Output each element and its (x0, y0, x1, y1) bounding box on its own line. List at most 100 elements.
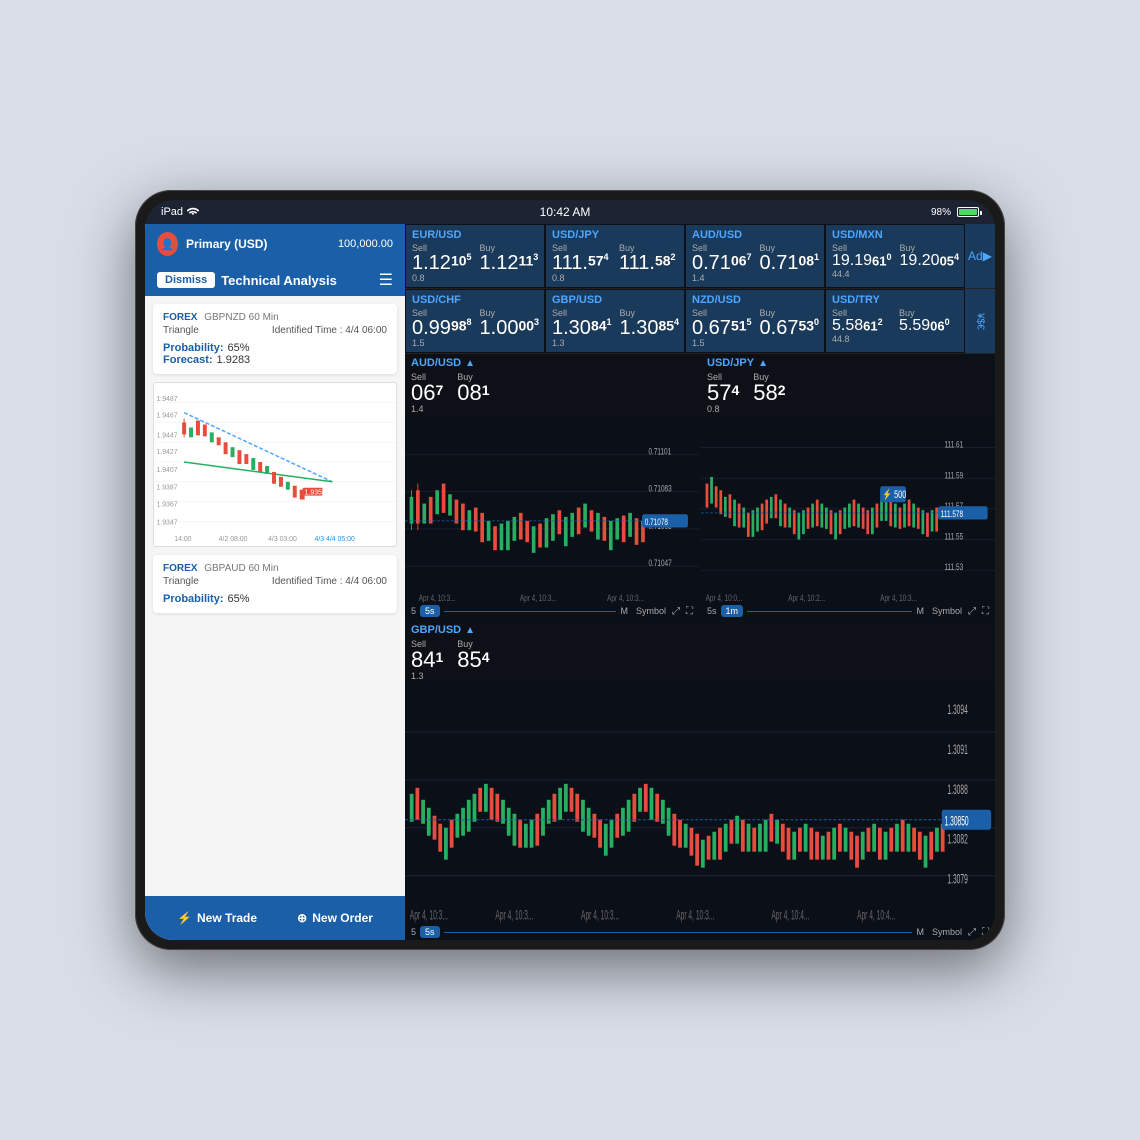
status-right: 98% (931, 207, 979, 218)
wifi-icon (187, 207, 199, 217)
new-order-button[interactable]: ⊕ New Order (297, 911, 373, 925)
ticker-gbpusd[interactable]: GBP/USD Sell 1.30841 1.3 Buy (546, 290, 684, 352)
up-arrow-icon-usdjpy: ▲ (758, 358, 768, 369)
symbol-label-usdjpy[interactable]: Symbol (932, 606, 962, 616)
sidebar-header-row: Primary (USD) 100,000.00 (186, 237, 393, 251)
symbol-label-gbpusd[interactable]: Symbol (932, 927, 962, 937)
chart-header-usdjpy: USD/JPY ▲ (701, 354, 995, 372)
status-time: 10:42 AM (540, 205, 591, 219)
svg-text:111.53: 111.53 (944, 562, 963, 572)
chart-mini-ticker-audusd: Sell 067 1.4 Buy 081 (405, 372, 699, 417)
battery-percent: 98% (931, 207, 951, 218)
svg-text:1.3082: 1.3082 (947, 833, 967, 848)
svg-text:4/3 03:00: 4/3 03:00 (268, 536, 297, 543)
ticker-usdjpy[interactable]: USD/JPY Sell 111.574 0.8 Buy (546, 225, 684, 287)
account-name: Primary (USD) (186, 237, 338, 251)
chart-panel-audusd: AUD/USD ▲ Sell 067 1.4 (405, 354, 699, 619)
candle-svg-audusd: 0.71101 0.71083 0.71065 0.71047 0.71078 (405, 417, 699, 603)
pair-name-nzdusd: NZD/USD (692, 294, 818, 306)
tf-m-label-gbp: M (916, 927, 924, 937)
tablet-screen: iPad 10:42 AM 98% 👤 (145, 200, 995, 940)
chart-canvas-usdjpy: ⚡ 500 111.61 111.59 111.57 111.55 111.53 (701, 417, 995, 603)
ticker-row-2: USD/CHF Sell 0.99988 1.5 Buy (405, 289, 995, 354)
symbol-label-audusd[interactable]: Symbol (636, 606, 666, 616)
signal-card-2: FOREX GBPAUD 60 Min Triangle Identified … (153, 555, 397, 613)
currency-icon: ¥$€ (975, 313, 986, 330)
pair-name-usdtry: USD/TRY (832, 294, 958, 306)
add-ticker-button[interactable]: Ad▶ (965, 224, 995, 288)
tf-5s-button[interactable]: 5s (420, 605, 440, 617)
battery-icon (957, 207, 979, 217)
up-arrow-icon-gbpusd: ▲ (465, 625, 475, 636)
ticker-row-1: EUR/USD Sell 1.12105 0.8 Buy (405, 224, 995, 289)
expand-icon-gbpusd[interactable]: ⤢ (968, 927, 976, 938)
chart-line-jpy (747, 611, 912, 612)
svg-text:1.9358: 1.9358 (305, 490, 326, 497)
price-row-usdchf: Sell 0.99988 1.5 Buy 1.00003 (412, 308, 538, 348)
svg-text:1.30850: 1.30850 (945, 815, 969, 830)
svg-text:Apr 4, 10:3...: Apr 4, 10:3... (880, 593, 917, 603)
svg-text:Apr 4, 10:3...: Apr 4, 10:3... (419, 593, 456, 603)
tf-1m-button[interactable]: 1m (721, 605, 744, 617)
chart-pair-gbpusd: GBP/USD (411, 624, 461, 636)
main-content: 👤 Primary (USD) 100,000.00 Dismiss Techn… (145, 224, 995, 940)
svg-text:1.9407: 1.9407 (156, 467, 177, 474)
dismiss-button[interactable]: Dismiss (157, 272, 215, 288)
analysis-title: Technical Analysis (221, 273, 337, 288)
chart-pair-audusd: AUD/USD (411, 357, 461, 369)
chart-mini-ticker-usdjpy: Sell 574 0.8 Buy 582 (701, 372, 995, 417)
ticker-nzdusd[interactable]: NZD/USD Sell 0.67515 1.5 Buy (686, 290, 824, 352)
svg-text:⚡ 500: ⚡ 500 (883, 488, 906, 502)
fullscreen-icon-gbpusd[interactable]: ⛶ (982, 927, 989, 938)
svg-text:Apr 4, 10:4...: Apr 4, 10:4... (771, 909, 809, 924)
hamburger-button[interactable]: ☰ (379, 270, 393, 290)
new-order-icon: ⊕ (297, 911, 307, 925)
svg-text:Apr 4, 10:3...: Apr 4, 10:3... (410, 909, 448, 924)
ticker-usdchf[interactable]: USD/CHF Sell 0.99988 1.5 Buy (406, 290, 544, 352)
chart-mini-ticker-gbpusd: Sell 841 1.3 Buy 854 (405, 639, 995, 684)
tf-5s-button-gbp[interactable]: 5s (420, 926, 440, 938)
device-label: iPad (161, 206, 183, 218)
fullscreen-icon-audusd[interactable]: ⛶ (686, 606, 693, 617)
svg-text:1.9387: 1.9387 (156, 485, 177, 492)
ticker-eurusd[interactable]: EUR/USD Sell 1.12105 0.8 Buy (406, 225, 544, 287)
tf-m-label: M (620, 606, 628, 616)
chart-footer-usdjpy: 5s 1m M Symbol ⤢ ⛶ (701, 603, 995, 619)
svg-text:1.3091: 1.3091 (947, 743, 967, 758)
svg-text:0.71083: 0.71083 (648, 483, 672, 493)
candle-svg-gbpusd: 1.3094 1.3091 1.3088 1.3082 1.3079 1.308… (405, 684, 995, 924)
ticker-usdtry[interactable]: USD/TRY Sell 5.58612 44.8 Buy (826, 290, 964, 352)
sidebar-body[interactable]: FOREX GBPNZD 60 Min Triangle Identified … (145, 296, 405, 896)
fullscreen-icon-usdjpy[interactable]: ⛶ (982, 606, 989, 617)
ticker-audusd[interactable]: AUD/USD Sell 0.71067 1.4 Buy (686, 225, 824, 287)
sidebar: 👤 Primary (USD) 100,000.00 Dismiss Techn… (145, 224, 405, 940)
add-ticker-button-2[interactable]: ¥$€ (965, 289, 995, 353)
chart-panel-usdjpy: USD/JPY ▲ Sell 574 0.8 (701, 354, 995, 619)
signal-meta-1: Triangle Identified Time : 4/4 06:00 (163, 325, 387, 336)
signal-stats-1: Probability: 65% Forecast: 1.9283 (163, 342, 387, 366)
price-row-eurusd: Sell 1.12105 0.8 Buy 1.12113 (412, 243, 538, 283)
svg-text:111.578: 111.578 (941, 509, 964, 519)
svg-text:1.9487: 1.9487 (156, 396, 177, 403)
new-trade-label: New Trade (197, 911, 257, 925)
new-trade-button[interactable]: ⚡ New Trade (177, 911, 257, 925)
svg-text:0.71078: 0.71078 (645, 517, 669, 527)
tf-5-label-gbp: 5 (411, 927, 416, 937)
tf-5-label: 5 (411, 606, 416, 616)
ticker-usdmxn[interactable]: USD/MXN Sell 19.19610 44.4 Buy (826, 225, 964, 287)
svg-text:Apr 4, 10:0...: Apr 4, 10:0... (706, 593, 743, 603)
new-trade-icon: ⚡ (177, 911, 192, 925)
price-row-audusd: Sell 0.71067 1.4 Buy 0.71081 (692, 243, 818, 283)
expand-icon-usdjpy[interactable]: ⤢ (968, 606, 976, 617)
sidebar-header-text: Primary (USD) (186, 237, 338, 251)
chart-canvas-audusd: 0.71101 0.71083 0.71065 0.71047 0.71078 (405, 417, 699, 603)
account-balance: 100,000.00 (338, 238, 393, 250)
svg-text:4/2 08:00: 4/2 08:00 (219, 536, 248, 543)
chart-line-gbp (444, 932, 913, 933)
up-arrow-icon-audusd: ▲ (465, 358, 475, 369)
svg-text:1.9427: 1.9427 (156, 449, 177, 456)
chart-panel-gbpusd: GBP/USD ▲ Sell 841 1.3 (405, 621, 995, 940)
status-left: iPad (161, 206, 199, 218)
status-bar: iPad 10:42 AM 98% (145, 200, 995, 224)
expand-icon-audusd[interactable]: ⤢ (672, 606, 680, 617)
